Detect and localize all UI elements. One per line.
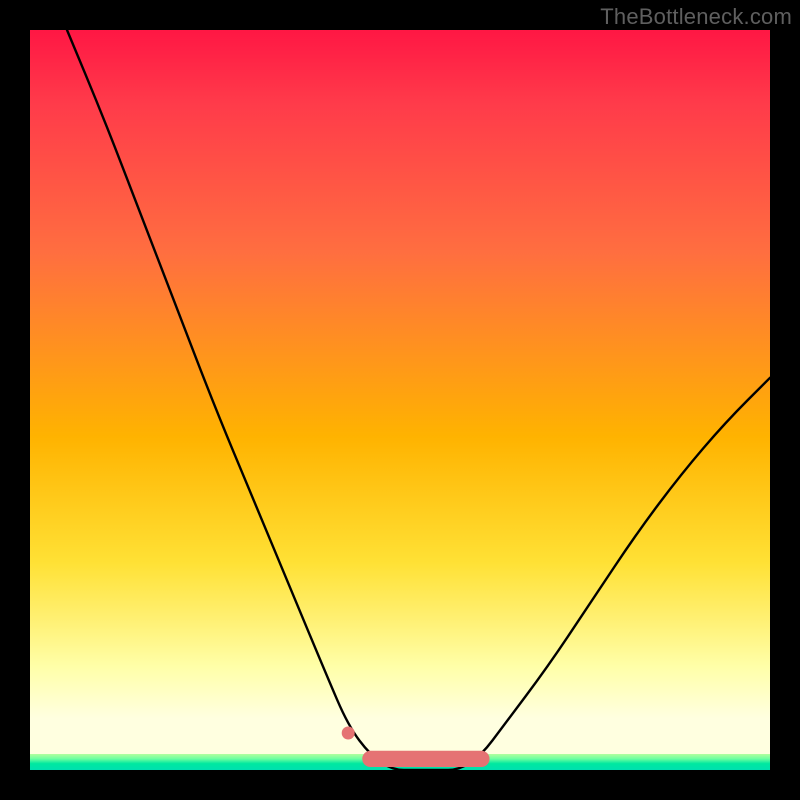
valley-dot-marker — [342, 727, 355, 740]
chart-frame: TheBottleneck.com — [0, 0, 800, 800]
curve-svg — [30, 30, 770, 770]
watermark-text: TheBottleneck.com — [600, 4, 792, 30]
plot-area — [30, 30, 770, 770]
bottleneck-curve — [67, 30, 770, 770]
